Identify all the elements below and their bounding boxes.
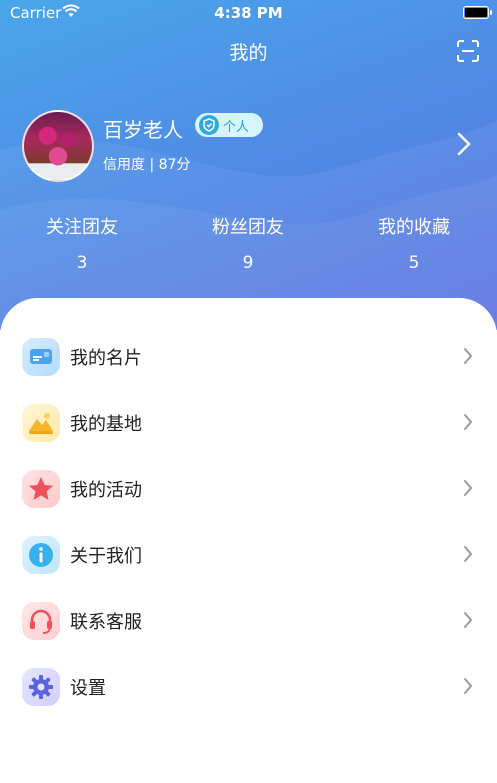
shield-icon	[199, 115, 219, 135]
stat-favorites[interactable]: 我的收藏 5	[344, 213, 484, 273]
stat-label: 我的收藏	[378, 217, 450, 238]
headset-icon	[22, 602, 60, 640]
gear-icon	[22, 668, 60, 706]
stat-value: 9	[242, 253, 254, 273]
status-bar: Carrier 4:38 PM	[0, 0, 497, 26]
menu-item-business-card[interactable]: 我的名片	[0, 324, 497, 390]
menu-item-label: 我的名片	[70, 348, 142, 369]
info-icon	[22, 536, 60, 574]
battery-icon	[463, 6, 492, 19]
chevron-right-icon[interactable]	[457, 132, 471, 156]
page-title: 我的	[229, 42, 268, 64]
menu-card: 我的名片 我的基地 我的活动 关于我们 联系客服 设置	[0, 298, 497, 783]
stat-following[interactable]: 关注团友 3	[12, 213, 152, 273]
menu-item-customer-service[interactable]: 联系客服	[0, 588, 497, 654]
badge-label: 个人	[223, 120, 250, 135]
chevron-right-icon	[464, 414, 473, 430]
stat-value: 3	[76, 253, 88, 273]
menu-item-activities[interactable]: 我的活动	[0, 456, 497, 522]
stat-label: 粉丝团友	[212, 217, 284, 238]
profile-badge: 个人	[195, 113, 263, 137]
card-icon	[22, 338, 60, 376]
menu-item-label: 联系客服	[70, 612, 142, 633]
profile-name: 百岁老人	[103, 118, 183, 142]
menu-item-label: 我的活动	[70, 480, 142, 501]
stat-followers[interactable]: 粉丝团友 9	[178, 213, 318, 273]
status-time: 4:38 PM	[214, 4, 283, 22]
credit-score: 信用度 | 87分	[103, 157, 191, 173]
menu-item-label: 关于我们	[70, 546, 142, 567]
chevron-right-icon	[464, 546, 473, 562]
avatar[interactable]	[22, 110, 94, 182]
stat-value: 5	[408, 253, 420, 273]
profile-header: Carrier 4:38 PM 我的 百岁老人 个人 信用度 | 87分 关注团…	[0, 0, 497, 330]
menu-item-base[interactable]: 我的基地	[0, 390, 497, 456]
star-icon	[22, 470, 60, 508]
base-icon	[22, 404, 60, 442]
menu-item-label: 我的基地	[70, 414, 142, 435]
chevron-right-icon	[464, 678, 473, 694]
menu-item-settings[interactable]: 设置	[0, 654, 497, 720]
chevron-right-icon	[464, 612, 473, 628]
stat-label: 关注团友	[46, 217, 118, 238]
scan-icon[interactable]	[457, 40, 479, 62]
chevron-right-icon	[464, 348, 473, 364]
chevron-right-icon	[464, 480, 473, 496]
menu-item-label: 设置	[70, 678, 106, 699]
menu-item-about-us[interactable]: 关于我们	[0, 522, 497, 588]
